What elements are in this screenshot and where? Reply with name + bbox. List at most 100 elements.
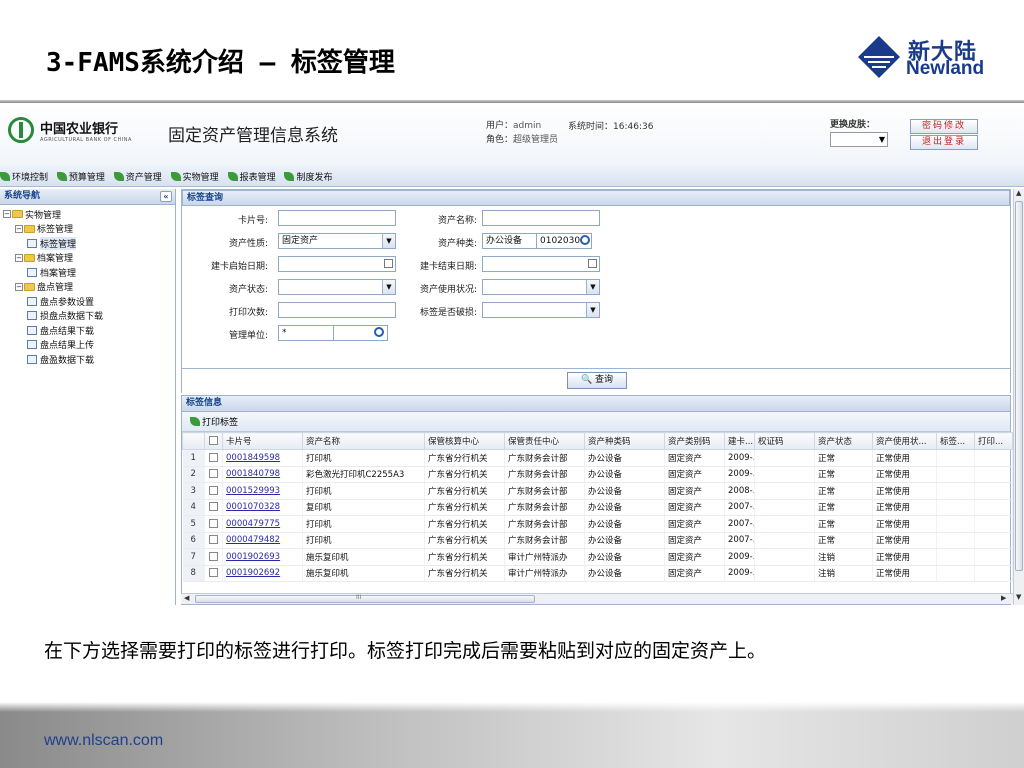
asset-type-input[interactable]: 办公设备 [482, 233, 537, 249]
unit-input[interactable]: * [278, 325, 334, 341]
column-header[interactable]: 权证码 [754, 432, 815, 450]
tree-node[interactable]: − 标签管理 [0, 222, 175, 237]
card-no-link[interactable]: 0001902693 [226, 552, 280, 562]
checkbox-icon[interactable] [209, 469, 218, 479]
print-label-button[interactable]: 打印标签 [190, 415, 238, 428]
menu-item-asset[interactable]: 资产管理 [113, 170, 162, 183]
end-date-input[interactable] [482, 256, 600, 272]
footer-url[interactable]: www.nlscan.com [44, 732, 163, 750]
column-header[interactable]: 资产名称 [302, 432, 425, 450]
tree-node[interactable]: 损盘点数据下载 [0, 309, 175, 324]
asset-usage-select[interactable]: ▼ [482, 279, 600, 295]
table-row[interactable]: 5 0000479775 打印机 广东省分行机关 广东财务会计部 办公设备 固定资产 2007… [182, 515, 1013, 533]
collapse-icon[interactable]: « [160, 191, 172, 202]
damaged-select[interactable]: ▼ [482, 302, 600, 318]
tree-node[interactable]: 盘点结果下载 [0, 323, 175, 338]
calendar-icon[interactable] [384, 259, 393, 268]
menu-item-env[interactable]: 环境控制 [0, 170, 48, 183]
print-count-input[interactable] [278, 302, 396, 318]
tree-node[interactable]: 盘点参数设置 [0, 294, 175, 309]
asset-status-select[interactable]: ▼ [278, 279, 396, 295]
menu-item-physical[interactable]: 实物管理 [170, 170, 219, 183]
logout-button[interactable]: 退出登录 [910, 135, 978, 150]
checkbox-icon[interactable] [209, 551, 218, 561]
row-checkbox[interactable] [204, 565, 223, 582]
card-no-link[interactable]: 0001840798 [226, 469, 280, 479]
vertical-scroll-thumb[interactable] [1015, 201, 1023, 571]
table-row[interactable]: 7 0001902693 施乐复印机 广东省分行机关 审计广州特派办 办公设备 固定资产 20… [182, 548, 1013, 566]
column-header[interactable]: 保管核算中心 [424, 432, 505, 450]
tree-node[interactable]: − 实物管理 [0, 207, 175, 222]
horizontal-scrollbar[interactable]: ◀ III ▶ [181, 593, 1013, 604]
row-checkbox[interactable] [204, 548, 223, 566]
scroll-left-icon[interactable]: ◀ [184, 594, 189, 602]
tree-node[interactable]: − 盘点管理 [0, 280, 175, 295]
card-no-link[interactable]: 0001070328 [226, 502, 280, 512]
tree-node[interactable]: 档案管理 [0, 265, 175, 280]
menu-item-policy[interactable]: 制度发布 [284, 170, 332, 183]
tree-node[interactable]: − 档案管理 [0, 251, 175, 266]
calendar-icon[interactable] [588, 259, 597, 268]
table-row[interactable]: 2 0001840798 彩色激光打印机C2255A3 广东省分行机关 广东财务会计部办… [182, 466, 1013, 483]
card-no-link[interactable]: 0001529993 [226, 486, 280, 496]
asset-name-input[interactable] [482, 210, 600, 226]
table-row[interactable]: 3 0001529993 打印机 广东省分行机关 广东财务会计部 办公设备 固定资产 2008… [182, 482, 1013, 500]
row-checkbox[interactable] [204, 449, 223, 467]
checkbox-icon[interactable] [209, 518, 218, 528]
row-checkbox[interactable] [204, 482, 223, 500]
horizontal-scroll-thumb[interactable]: III [195, 594, 535, 603]
user-label: 用户： [486, 121, 514, 131]
select-all-checkbox[interactable] [204, 432, 223, 450]
scroll-right-icon[interactable]: ▶ [1001, 594, 1006, 602]
collapse-toggle-icon[interactable]: − [15, 282, 23, 291]
card-no-link[interactable]: 0000479775 [226, 519, 280, 529]
skin-select[interactable]: ▼ [830, 132, 888, 147]
column-header[interactable]: 资产使用状... [872, 432, 937, 450]
query-button[interactable]: 🔍 查询 [567, 372, 627, 389]
card-no-link[interactable]: 0001902692 [226, 568, 280, 578]
checkbox-icon[interactable] [209, 452, 218, 462]
scroll-down-icon[interactable]: ▼ [1016, 593, 1021, 601]
column-header[interactable]: 资产状态 [814, 432, 873, 450]
asset-nature-select[interactable]: 固定资产 ▼ [278, 233, 396, 249]
row-checkbox[interactable] [204, 499, 223, 516]
menu-item-report[interactable]: 报表管理 [227, 170, 276, 183]
checkbox-icon[interactable] [209, 535, 218, 545]
table-row[interactable]: 8 0001902692 施乐复印机 广东省分行机关 审计广州特派办 办公设备 固定资产 20… [182, 565, 1013, 582]
card-no-link[interactable]: 0001849598 [226, 453, 280, 463]
column-header[interactable]: 资产类别码 [664, 432, 725, 450]
row-number-header [182, 432, 205, 450]
checkbox-icon[interactable] [209, 485, 218, 495]
column-header[interactable]: 保管责任中心 [504, 432, 585, 450]
scroll-up-icon[interactable]: ▲ [1016, 189, 1021, 197]
tree-node[interactable]: 标签管理 [0, 236, 175, 251]
checkbox-icon[interactable] [209, 436, 218, 445]
column-header[interactable]: 建卡... [724, 432, 755, 450]
collapse-toggle-icon[interactable]: − [15, 224, 23, 233]
search-icon[interactable] [580, 235, 590, 245]
table-row[interactable]: 1 0001849598 打印机 广东省分行机关 广东财务会计部 办公设备 固定资产 2009… [182, 449, 1013, 467]
column-header[interactable]: 卡片号 [222, 432, 303, 450]
tree-node[interactable]: 盘盈数据下载 [0, 352, 175, 367]
search-icon[interactable] [374, 327, 384, 337]
row-checkbox[interactable] [204, 515, 223, 533]
query-button-label: 查询 [595, 375, 614, 385]
checkbox-icon[interactable] [209, 502, 218, 512]
table-row[interactable]: 4 0001070328 复印机 广东省分行机关 广东财务会计部 办公设备 固定资产 2007… [182, 499, 1013, 516]
column-header[interactable]: 打印... [974, 432, 1013, 450]
row-checkbox[interactable] [204, 466, 223, 483]
change-password-button[interactable]: 密码修改 [910, 119, 978, 134]
tree-node[interactable]: 盘点结果上传 [0, 338, 175, 353]
column-header[interactable]: 资产种类码 [584, 432, 665, 450]
card-no-input[interactable] [278, 210, 396, 226]
collapse-toggle-icon[interactable]: − [3, 210, 11, 219]
column-header[interactable]: 标签... [936, 432, 975, 450]
table-row[interactable]: 6 0000479482 打印机 广东省分行机关 广东财务会计部 办公设备 固定资产 2007… [182, 532, 1013, 549]
checkbox-icon[interactable] [209, 568, 218, 578]
start-date-input[interactable] [278, 256, 396, 272]
menu-item-budget[interactable]: 预算管理 [56, 170, 105, 183]
collapse-toggle-icon[interactable]: − [15, 253, 23, 262]
row-checkbox[interactable] [204, 532, 223, 549]
card-no-link[interactable]: 0000479482 [226, 535, 280, 545]
vertical-scrollbar[interactable]: ▲ ▼ [1013, 189, 1024, 605]
